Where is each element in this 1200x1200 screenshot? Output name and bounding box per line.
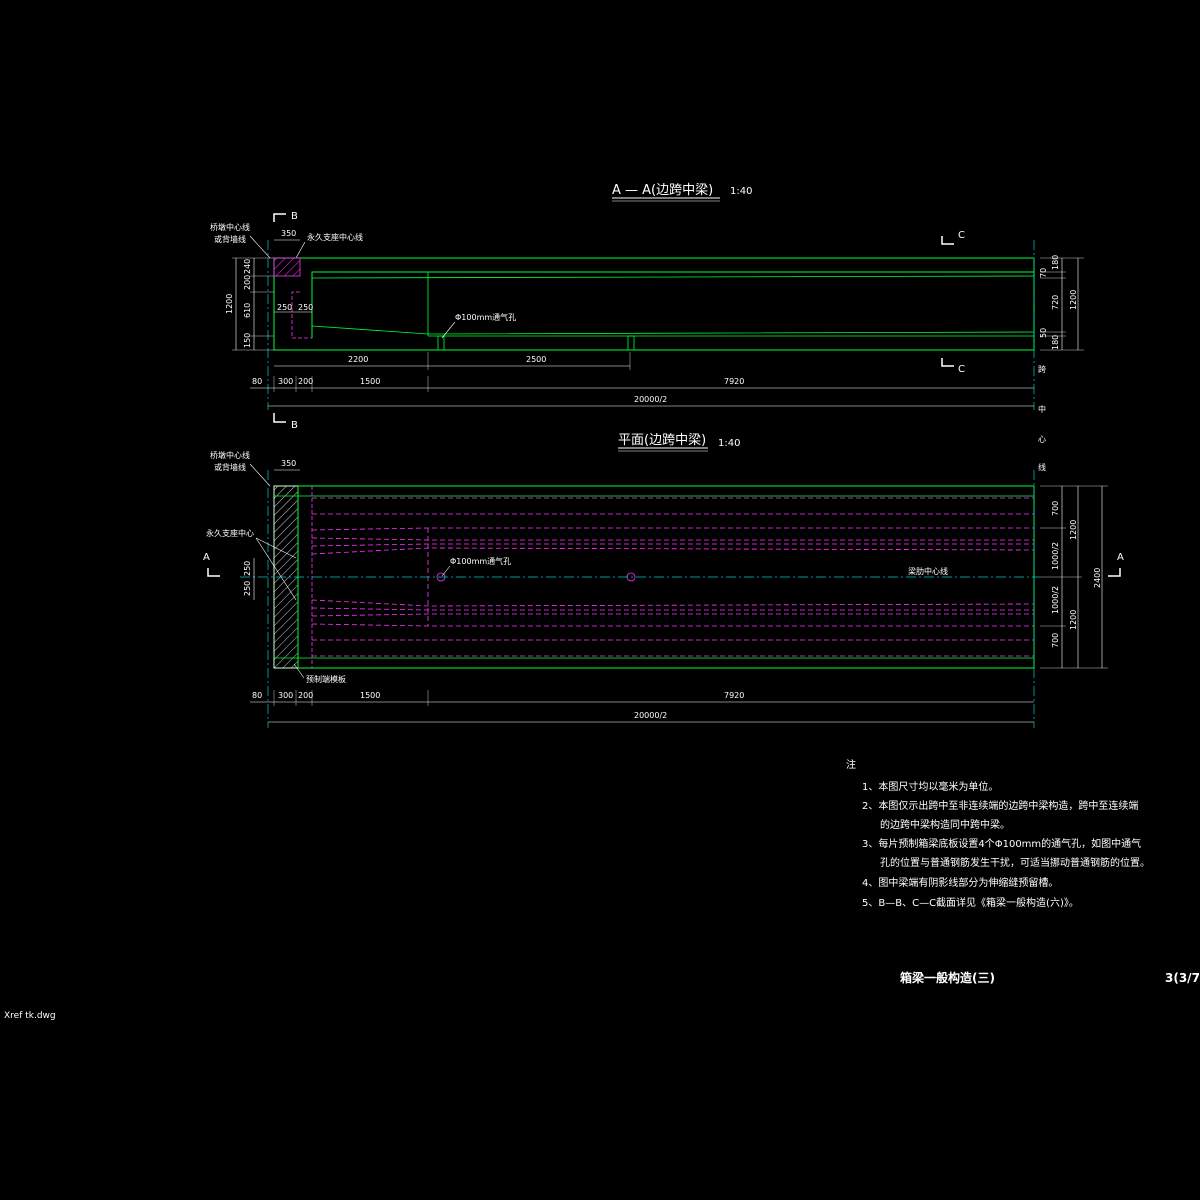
note-5: 5、B—B、C—C截面详见《箱梁一般构造(六)》。 — [862, 896, 1079, 909]
cut-b-top: B — [291, 211, 298, 222]
back-wall-label: 或背墙线 — [214, 234, 246, 244]
dim-2500: 2500 — [526, 355, 546, 364]
dim-700b-plan: 700 — [1051, 633, 1060, 648]
span-center-4: 线 — [1038, 462, 1046, 472]
plan-title: 平面(边跨中梁) — [618, 433, 706, 448]
dim-180-right: 180 — [1051, 255, 1060, 270]
dim-1200-aa-left: 1200 — [225, 294, 234, 314]
dim-1000b-plan: 1000/2 — [1051, 586, 1060, 614]
dim-1200b-plan: 1200 — [1069, 610, 1078, 630]
cut-b-bottom: B — [291, 420, 298, 431]
dim-240: 240 — [243, 259, 252, 274]
dim-1500-plan: 1500 — [360, 691, 380, 700]
cut-a-left: A — [203, 552, 210, 563]
cut-c-bottom: C — [958, 364, 965, 375]
dim-700a-plan: 700 — [1051, 501, 1060, 516]
cut-c-top: C — [958, 230, 965, 241]
notes-header: 注 — [846, 758, 856, 771]
dim-7920-plan: 7920 — [724, 691, 744, 700]
dim-70: 70 — [1039, 268, 1048, 278]
cut-a-right: A — [1117, 552, 1124, 563]
vent-label-plan: Φ100mm通气孔 — [450, 556, 511, 566]
pier-centerline-label: 桥墩中心线 — [210, 222, 250, 232]
plan-pier-label: 桥墩中心线 — [210, 450, 250, 460]
dim-total-plan: 20000/2 — [634, 711, 667, 720]
plan-backwall-label: 或背墙线 — [214, 462, 246, 472]
dim-200-left: 200 — [243, 275, 252, 290]
dim-250a-aa: 250 — [277, 303, 292, 312]
note-2b: 的边跨中梁构造同中跨中梁。 — [880, 818, 1010, 831]
dim-80-aa: 80 — [252, 377, 262, 386]
dim-2200: 2200 — [348, 355, 368, 364]
dim-1200a-plan: 1200 — [1069, 520, 1078, 540]
xref-label: Xref tk.dwg — [4, 1011, 56, 1021]
dim-1000a-plan: 1000/2 — [1051, 542, 1060, 570]
dim-300-plan: 300 — [278, 691, 293, 700]
notes: 注 1、本图尺寸均以毫米为单位。 2、本图仅示出跨中至非连续端的边跨中梁构造，跨… — [846, 758, 1150, 909]
dim-350-aa: 350 — [281, 229, 296, 238]
note-1: 1、本图尺寸均以毫米为单位。 — [862, 780, 998, 793]
dim-720: 720 — [1051, 295, 1060, 310]
dim-300-aa: 300 — [278, 377, 293, 386]
dim-250b-aa: 250 — [298, 303, 313, 312]
drawing-title: 箱梁一般构造(三) — [900, 970, 995, 985]
span-center-3: 心 — [1038, 435, 1046, 444]
dim-total-aa: 20000/2 — [634, 395, 667, 404]
dim-180b-right: 180 — [1051, 335, 1060, 350]
note-3: 3、每片预制箱梁底板设置4个Φ100mm的通气孔，如图中通气 — [862, 837, 1141, 850]
span-center-1: 跨 — [1038, 365, 1046, 374]
cad-drawing: A — A(边跨中梁) 1:40 桥墩中心线 或背墙线 永久支座中心线 B B … — [4, 183, 1200, 1021]
dim-150: 150 — [243, 333, 252, 348]
dim-350-plan: 350 — [281, 459, 296, 468]
dim-250b-plan: 250 — [243, 581, 252, 596]
section-aa-title: A — A(边跨中梁) — [612, 183, 713, 198]
dim-250a-plan: 250 — [243, 561, 252, 576]
support-centerline-label: 永久支座中心线 — [307, 232, 363, 242]
dim-610: 610 — [243, 303, 252, 318]
dim-1200-aa-right: 1200 — [1069, 290, 1078, 310]
rib-centerline-label: 梁肋中心线 — [908, 566, 948, 576]
prefab-end-label: 预制端模板 — [306, 674, 346, 684]
dim-1500-aa: 1500 — [360, 377, 380, 386]
dim-200-aa: 200 — [298, 377, 313, 386]
vent-label-aa: Φ100mm通气孔 — [455, 312, 516, 322]
dim-7920-aa: 7920 — [724, 377, 744, 386]
note-3b: 孔的位置与普通钢筋发生干扰，可适当挪动普通钢筋的位置。 — [880, 856, 1150, 869]
section-aa: A — A(边跨中梁) 1:40 桥墩中心线 或背墙线 永久支座中心线 B B … — [210, 183, 1084, 472]
sheet-number: 3(3/7) — [1165, 971, 1200, 985]
plan-support-label: 永久支座中心 — [206, 528, 254, 538]
span-center-2: 中 — [1038, 404, 1046, 414]
note-2: 2、本图仅示出跨中至非连续端的边跨中梁构造，跨中至连续端 — [862, 799, 1138, 812]
dim-2400-plan: 2400 — [1093, 568, 1102, 588]
dim-200-plan: 200 — [298, 691, 313, 700]
section-aa-scale: 1:40 — [730, 186, 752, 197]
note-4: 4、图中梁端有阴影线部分为伸缩缝预留槽。 — [862, 876, 1058, 889]
dim-80-plan: 80 — [252, 691, 262, 700]
plan-scale: 1:40 — [718, 438, 740, 449]
plan-view: 平面(边跨中梁) 1:40 桥墩中心线 或背墙线 350 Φ100mm通气孔 梁… — [203, 433, 1124, 728]
dim-50: 50 — [1039, 328, 1048, 338]
